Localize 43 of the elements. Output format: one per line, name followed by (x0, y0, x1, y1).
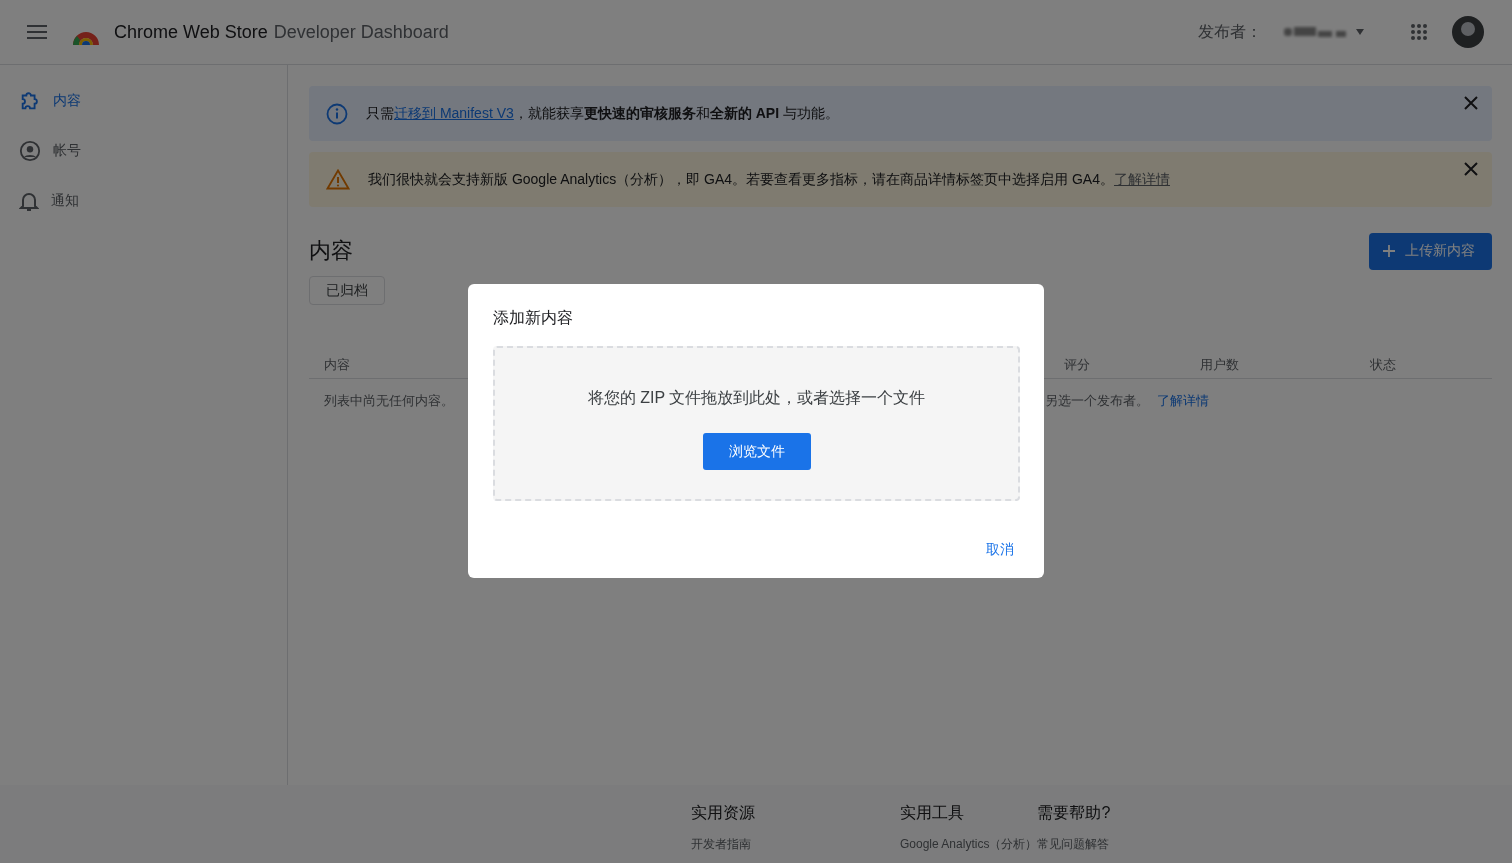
sidebar-item[interactable]: 内容 (0, 76, 287, 126)
page-heading: 内容 (309, 237, 354, 265)
caret-icon[interactable] (1356, 29, 1364, 35)
banner-message: 我们很快就会支持新版 Google Analytics（分析），即 GA4。若要查看更多指标，请在商品详情标签页中选择启用 GA4。了解详情 (368, 170, 1170, 189)
close-icon[interactable] (1464, 162, 1478, 176)
publisher-label: 发布者： (1198, 21, 1262, 42)
banner-message: 只需迁移到 Manifest V3，就能获享更快速的审核服务和全新的 API 与功能。 (366, 104, 839, 123)
learn-more-link[interactable]: 了解详情 (1157, 393, 1209, 408)
drop-instructions: 将您的 ZIP 文件拖放到此处，或者选择一个文件 (587, 388, 926, 408)
account-icon (19, 140, 41, 162)
rainbow-logo-icon (72, 29, 100, 45)
column-header: 状态 (1370, 355, 1397, 374)
empty-message: 列表中尚无任何内容。 (324, 392, 454, 410)
banner-link[interactable]: 迁移到 Manifest V3 (394, 104, 514, 121)
apps-grid-icon[interactable] (1410, 23, 1428, 41)
app-subtitle: Developer Dashboard (273, 21, 449, 43)
info-icon (326, 102, 348, 125)
upload-button[interactable]: 上传新内容 (1369, 232, 1492, 270)
footer-link[interactable]: 常见问题解答 (1037, 836, 1111, 853)
browse-files-button[interactable]: 浏览文件 (702, 433, 811, 470)
column-header: 用户数 (1200, 355, 1240, 374)
sidebar-item[interactable]: 通知 (0, 176, 287, 226)
dialog-title: 添加新内容 (493, 308, 574, 328)
footer-heading: 需要帮助? (1037, 803, 1111, 823)
plus-icon (1383, 245, 1395, 257)
drop-zone[interactable]: 将您的 ZIP 文件拖放到此处，或者选择一个文件 浏览文件 (493, 346, 1020, 501)
puzzle-icon (19, 90, 41, 112)
archived-button[interactable]: 已归档 (309, 276, 385, 305)
cancel-button[interactable]: 取消 (982, 537, 1018, 563)
bell-icon (19, 190, 39, 212)
app-title: Chrome Web Store (114, 21, 268, 43)
menu-icon[interactable] (26, 24, 48, 40)
footer-heading: 实用资源 (691, 803, 756, 823)
sidebar-item[interactable]: 帐号 (0, 126, 287, 176)
footer-heading: 实用工具 (900, 803, 965, 823)
banner-link[interactable]: 了解详情 (1114, 170, 1170, 187)
footer-link[interactable]: Google Analytics（分析） (900, 836, 1038, 853)
footer-link[interactable]: 开发者指南 (691, 836, 900, 853)
avatar[interactable] (1452, 16, 1484, 48)
column-header: 内容 (324, 355, 351, 374)
close-icon[interactable] (1464, 96, 1478, 110)
warning-icon (326, 169, 350, 190)
column-header: 评分 (1064, 355, 1091, 374)
